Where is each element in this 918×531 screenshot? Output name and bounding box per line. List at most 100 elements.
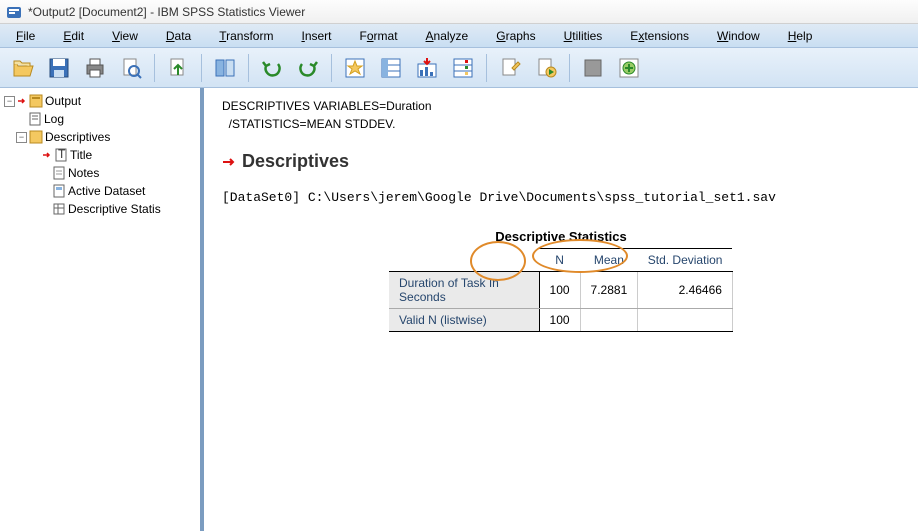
menu-extensions[interactable]: Extensions [618,27,701,45]
cell-n: 100 [539,309,580,332]
section-header: Descriptives [222,151,900,172]
redo-icon [296,56,320,80]
toolbar-print-button[interactable] [80,53,110,83]
grid-left-icon [379,56,403,80]
menu-graphs[interactable]: Graphs [484,27,547,45]
row-label: Valid N (listwise) [389,309,539,332]
dataset-icon [52,184,66,198]
workspace: − Output Log − Descriptives T Title Note… [0,88,918,531]
table-icon [52,202,66,216]
toolbar-preview-button[interactable] [116,53,146,83]
toolbar-save-button[interactable] [44,53,74,83]
toolbar-separator [331,54,332,82]
menu-view[interactable]: View [100,27,150,45]
collapse-icon[interactable]: − [16,132,27,143]
tree-item-notes[interactable]: Notes [2,164,198,182]
tree-label: Descriptive Statis [68,202,161,216]
viewer-pane: DESCRIPTIVES VARIABLES=Duration /STATIST… [204,88,918,531]
section-title: Descriptives [242,151,349,172]
menu-file[interactable]: File [4,27,47,45]
tree-label: Notes [68,166,99,180]
save-icon [47,56,71,80]
toolbar-page-edit-button[interactable] [495,53,525,83]
col-sd: Std. Deviation [638,249,733,272]
toolbar-separator [248,54,249,82]
toolbar-chart-down-button[interactable] [412,53,442,83]
stats-table-wrap: Descriptive Statistics N Mean Std. Devia… [222,229,900,332]
export-icon [166,56,190,80]
tree-root-output[interactable]: − Output [2,92,198,110]
tree-label: Log [44,112,64,126]
menu-utilities[interactable]: Utilities [552,27,615,45]
tree-item-active-dataset[interactable]: Active Dataset [2,182,198,200]
page-play-icon [534,56,558,80]
title-icon: T [54,148,68,162]
svg-text:T: T [58,148,66,161]
toolbar-separator [201,54,202,82]
row-label: Duration of Task In Seconds [389,272,539,309]
outline-pane: − Output Log − Descriptives T Title Note… [0,88,204,531]
toolbar-star-chart-button[interactable] [340,53,370,83]
panes-icon [213,56,237,80]
dataset-path: [DataSet0] C:\Users\jerem\Google Drive\D… [222,190,900,205]
toolbar-undo-button[interactable] [257,53,287,83]
menu-analyze[interactable]: Analyze [414,27,481,45]
menubar: FileEditViewDataTransformInsert FormatAna… [0,24,918,48]
toolbar-separator [569,54,570,82]
menu-transform[interactable]: Transform [207,27,285,45]
toolbar-box-button[interactable] [578,53,608,83]
menu-insert[interactable]: Insert [289,27,343,45]
table-title: Descriptive Statistics [366,229,756,244]
menu-window[interactable]: Window [705,27,772,45]
cell-sd: 2.46466 [638,272,733,309]
arrow-icon [42,150,52,160]
tree-item-title[interactable]: T Title [2,146,198,164]
cell-mean [580,309,638,332]
tree-label: Title [70,148,92,162]
menu-edit[interactable]: Edit [51,27,96,45]
tree-label: Active Dataset [68,184,145,198]
undo-icon [260,56,284,80]
toolbar [0,48,918,88]
toolbar-redo-button[interactable] [293,53,323,83]
page-edit-icon [498,56,522,80]
table-row: Valid N (listwise) 100 [389,309,732,332]
log-icon [28,112,42,126]
cell-mean: 7.2881 [580,272,638,309]
toolbar-separator [486,54,487,82]
output-icon [29,94,43,108]
toolbar-page-play-button[interactable] [531,53,561,83]
open-icon [11,56,35,80]
toolbar-open-button[interactable] [8,53,38,83]
arrow-icon [222,155,236,169]
col-blank [389,249,539,272]
descriptive-stats-table: N Mean Std. Deviation Duration of Task I… [389,248,733,332]
tree-item-descriptive-stats[interactable]: Descriptive Statis [2,200,198,218]
tree-item-descriptives[interactable]: − Descriptives [2,128,198,146]
toolbar-plus-button[interactable] [614,53,644,83]
folder-icon [29,130,43,144]
cell-sd [638,309,733,332]
menu-data[interactable]: Data [154,27,203,45]
box-icon [581,56,605,80]
menu-help[interactable]: Help [776,27,825,45]
table-row: Duration of Task In Seconds 100 7.2881 2… [389,272,732,309]
col-mean: Mean [580,249,638,272]
toolbar-grid-left-button[interactable] [376,53,406,83]
collapse-icon[interactable]: − [4,96,15,107]
star-chart-icon [343,56,367,80]
toolbar-separator [154,54,155,82]
preview-icon [119,56,143,80]
menu-format[interactable]: Format [348,27,410,45]
tree-label: Descriptives [45,130,110,144]
chart-down-icon [415,56,439,80]
grid-opts-icon [451,56,475,80]
col-n: N [539,249,580,272]
app-icon [6,4,22,20]
notes-icon [52,166,66,180]
titlebar: *Output2 [Document2] - IBM SPSS Statisti… [0,0,918,24]
toolbar-grid-opts-button[interactable] [448,53,478,83]
toolbar-panes-button[interactable] [210,53,240,83]
toolbar-export-button[interactable] [163,53,193,83]
tree-item-log[interactable]: Log [2,110,198,128]
